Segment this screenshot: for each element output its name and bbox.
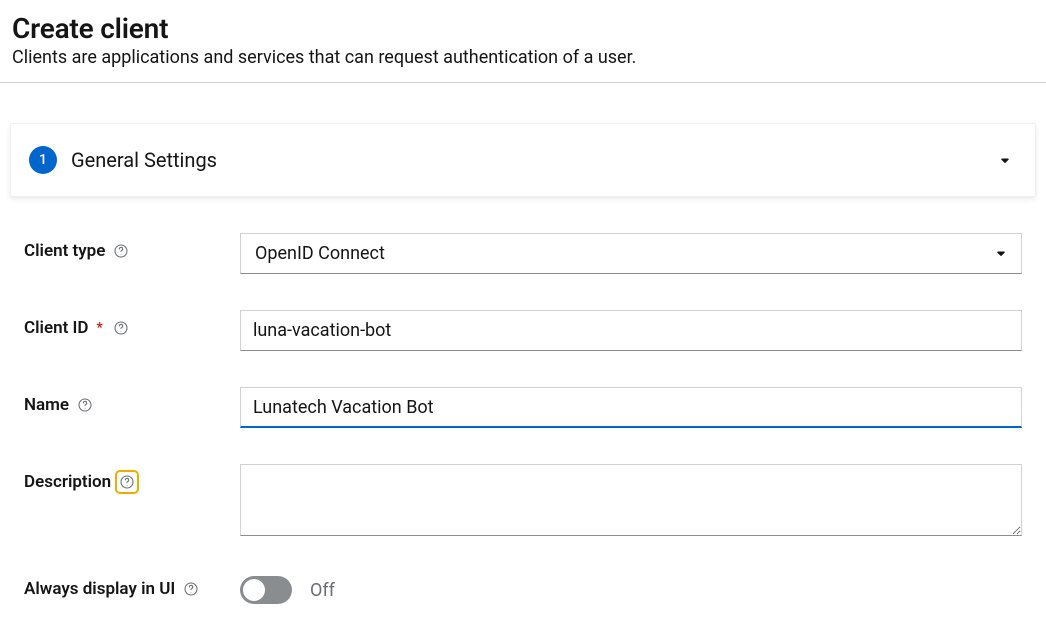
label-text: Description [24,472,111,492]
row-description: Description [24,464,1022,540]
wizard-content: 1 General Settings Client type OpenID Co… [0,83,1046,640]
label-client-type: Client type [24,233,240,261]
client-type-select[interactable]: OpenID Connect [240,233,1022,274]
row-client-type: Client type OpenID Connect [24,233,1022,274]
always-display-toggle[interactable] [240,576,292,604]
row-always-display: Always display in UI Off [24,576,1022,604]
label-text: Name [24,395,69,415]
step-title: General Settings [71,148,999,172]
step-number-badge: 1 [29,146,57,174]
wizard-step-general-settings[interactable]: 1 General Settings [10,123,1036,197]
switch-knob [243,579,265,601]
page-title: Create client [12,12,1034,45]
label-text: Client ID [24,318,89,338]
help-icon[interactable] [111,318,131,338]
switch-state-label: Off [310,580,335,601]
name-input[interactable] [240,387,1022,428]
label-client-id: Client ID * [24,310,240,338]
create-client-form: Client type OpenID Connect Client ID * [10,233,1036,604]
required-asterisk: * [97,320,103,336]
caret-down-icon [999,151,1011,170]
row-client-id: Client ID * [24,310,1022,351]
label-description: Description [24,464,240,492]
page-subtitle: Clients are applications and services th… [12,47,1034,68]
help-icon[interactable] [75,395,95,415]
help-icon[interactable] [181,579,201,599]
select-value: OpenID Connect [255,243,385,264]
help-icon[interactable] [111,241,131,261]
label-text: Client type [24,241,105,261]
page-header: Create client Clients are applications a… [0,0,1046,83]
description-textarea[interactable] [240,464,1022,536]
label-name: Name [24,387,240,415]
client-id-input[interactable] [240,310,1022,351]
help-icon[interactable] [117,472,137,492]
caret-down-icon [995,243,1007,264]
row-name: Name [24,387,1022,428]
label-always-display: Always display in UI [24,576,240,599]
label-text: Always display in UI [24,579,175,599]
